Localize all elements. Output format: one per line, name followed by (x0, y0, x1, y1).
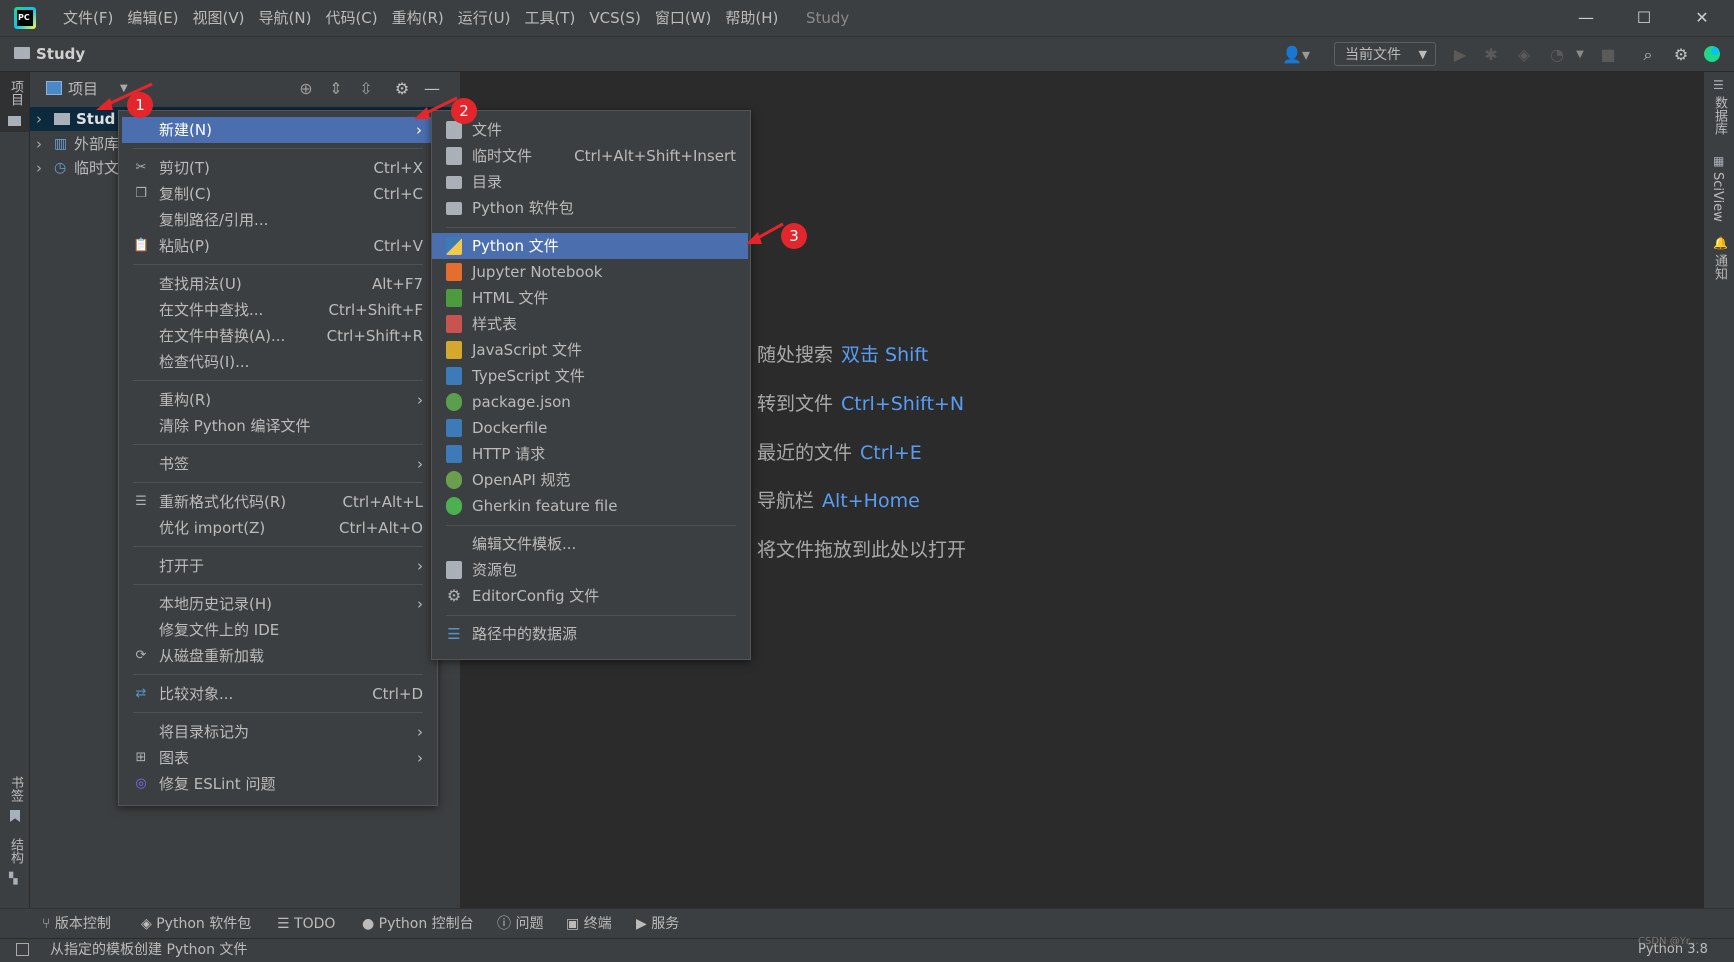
toggle-tool-windows-icon[interactable] (16, 943, 29, 956)
terminal-icon: ▣ (566, 916, 580, 932)
tool-services[interactable]: ▶ 服务 (636, 909, 679, 939)
tool-label: 版本控制 (54, 916, 111, 932)
tool-label: Python 控制台 (378, 916, 474, 932)
tool-label: Python 软件包 (156, 916, 252, 932)
play-circle-icon: ▶ (636, 916, 647, 932)
tool-terminal[interactable]: ▣ 终端 (566, 909, 612, 939)
tool-label: 终端 (583, 916, 612, 932)
info-icon: ⓘ (497, 916, 511, 932)
tool-python-console[interactable]: ● Python 控制台 (362, 909, 474, 939)
watermark: CSDN @Yr... (1638, 936, 1699, 947)
layers-icon: ◈ (141, 916, 152, 932)
annotation-badge-2: 2 (451, 98, 477, 124)
tool-label: 服务 (651, 916, 680, 932)
python-icon: ● (362, 916, 375, 932)
annotation-badge-1: 1 (127, 92, 153, 118)
status-bar: 从指定的模板创建 Python 文件 Python 3.8 CSDN @Yr..… (0, 936, 1734, 962)
branch-icon: ⑂ (42, 916, 51, 932)
list-icon: ☰ (277, 916, 290, 932)
tool-python-packages[interactable]: ◈ Python 软件包 (141, 909, 251, 939)
tool-version-control[interactable]: ⑂ 版本控制 (42, 909, 111, 939)
tool-todo[interactable]: ☰ TODO (277, 909, 335, 939)
annotation-overlay (96, 82, 784, 244)
bottom-tool-bar: ⑂ 版本控制 ◈ Python 软件包 ☰ TODO ● Python 控制台 … (0, 908, 1734, 938)
tool-label: 问题 (515, 916, 544, 932)
annotation-arrow-3 (746, 222, 784, 244)
status-message: 从指定的模板创建 Python 文件 (50, 942, 248, 958)
annotation-badge-3: 3 (781, 223, 807, 249)
tool-label: TODO (294, 916, 336, 932)
tool-problems[interactable]: ⓘ 问题 (497, 909, 543, 939)
